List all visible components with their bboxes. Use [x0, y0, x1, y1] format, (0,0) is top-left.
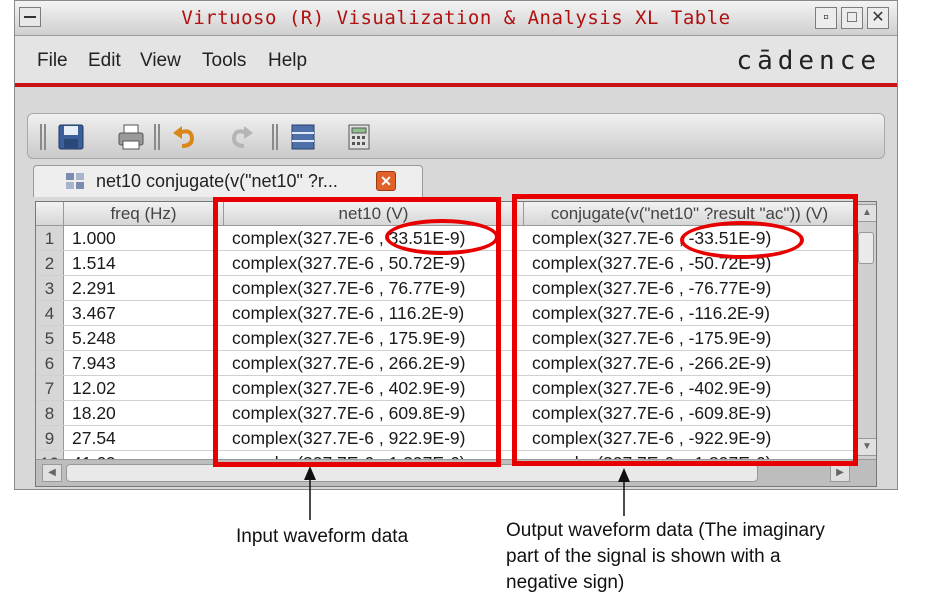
output-annotation-line: Output waveform data (The imaginary: [506, 520, 825, 541]
output-annotation: Output waveform data (The imaginary part…: [506, 518, 906, 596]
input-annotation: Input waveform data: [236, 526, 409, 547]
output-annotation-line: negative sign): [506, 572, 625, 593]
input-arrow-head: [304, 466, 316, 480]
output-arrow-head: [618, 468, 630, 482]
output-annotation-line: part of the signal is shown with a: [506, 546, 781, 567]
